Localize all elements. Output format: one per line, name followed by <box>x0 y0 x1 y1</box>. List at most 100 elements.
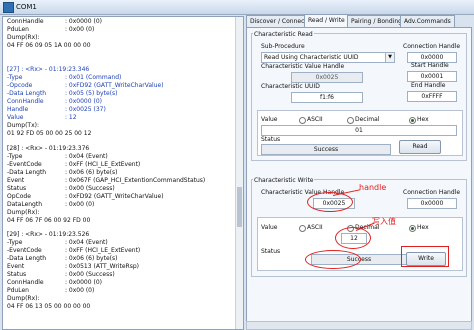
log-value: : 12 <box>65 114 77 121</box>
write-value-label: Value <box>261 224 278 231</box>
log-entry: [27] : <Rx> - 01:19:23.346 -Type : 0x01 (… <box>7 66 239 138</box>
write-radio-hex-label: Hex <box>417 224 429 231</box>
dump-label: Dump(Rx): <box>7 295 40 302</box>
end-handle-label: End Handle <box>411 82 446 89</box>
dump-bytes: 04 FF 06 13 05 00 00 00 00 <box>7 303 91 310</box>
log-value: : 0x0025 (37) <box>65 106 106 113</box>
dump-bytes: 01 92 FD 05 00 00 25 00 12 <box>7 130 92 137</box>
log-value: : 0x04 (Event) <box>65 153 108 160</box>
log-value: : 0x06 (6) byte(s) <box>65 169 118 176</box>
app-icon <box>3 2 14 13</box>
dump-bytes: 04 FF 06 7F 06 00 92 FD 00 <box>7 217 91 224</box>
write-radio-ascii[interactable] <box>299 225 306 232</box>
log-entry-header: [27] : <Rx> - 01:19:23.346 <box>7 66 90 73</box>
annotation-ellipse-handle <box>307 192 353 212</box>
tab-adv-commands[interactable]: Adv.Commands <box>400 15 455 27</box>
log-key: -Type <box>7 153 23 160</box>
log-key: ConnHandle <box>7 98 44 105</box>
annotation-ellipse-value <box>335 227 371 249</box>
dump-bytes: 04 FF 06 09 05 1A 00 00 00 <box>7 42 91 49</box>
log-value: : 0x04 (Event) <box>65 239 108 246</box>
char-uuid-input[interactable]: f1:f6 <box>291 92 363 103</box>
read-radio-ascii[interactable] <box>299 117 306 124</box>
write-connection-handle-label: Connection Handle <box>403 189 461 196</box>
log-key: -Data Length <box>7 255 47 262</box>
sub-procedure-label: Sub-Procedure <box>261 43 305 50</box>
write-radio-hex[interactable] <box>409 225 416 232</box>
end-handle-input[interactable]: 0xFFFF <box>407 91 457 102</box>
log-value: : 0x06 (6) byte(s) <box>65 255 118 262</box>
chevron-down-icon: ▼ <box>385 53 394 62</box>
scrollbar-thumb[interactable] <box>237 187 242 227</box>
annotation-handle: handle <box>359 183 387 192</box>
log-value: : 0xFF (HCI_LE_ExtEvent) <box>65 161 141 168</box>
log-value: : 0x0513 (ATT_WriteRsp) <box>65 263 139 270</box>
log-value: : 0x00 (0) <box>65 26 95 33</box>
log-value: : 0x00 (0) <box>65 287 95 294</box>
tab-pairing-bonding[interactable]: Pairing / Bonding <box>347 15 406 27</box>
log-value: : 0x00 (Success) <box>65 271 115 278</box>
title-bar: COM1 <box>0 0 474 15</box>
log-entry: ConnHandle: 0x0000 (0) PduLen: 0x00 (0) … <box>7 18 239 50</box>
log-value: : 0x00 (Success) <box>65 185 115 192</box>
log-key: -Type <box>7 239 23 246</box>
log-value: : 0x0000 (0) <box>65 98 102 105</box>
log-key: Status <box>7 185 27 192</box>
read-button[interactable]: Read <box>399 140 441 154</box>
log-entry: [29] : <Rx> - 01:19:23.526 -Type : 0x04 (… <box>7 231 239 311</box>
log-key: -Data Length <box>7 90 47 97</box>
char-uuid-label: Characteristic UUID <box>261 83 320 90</box>
log-scrollbar[interactable] <box>235 17 243 329</box>
log-entry-header: [29] : <Rx> - 01:19:23.526 <box>7 231 90 238</box>
sub-procedure-value: Read Using Characteristic UUID <box>264 54 359 61</box>
log-key: Event <box>7 177 25 184</box>
log-value: : 0x00 (0) <box>65 201 95 208</box>
characteristic-read-title: Characteristic Read <box>253 31 314 38</box>
start-handle-label: Start Handle <box>411 62 449 69</box>
read-status-label: Status <box>261 136 281 143</box>
log-key: OpCode <box>7 193 31 200</box>
tab-discover-connect[interactable]: Discover / Connect <box>246 15 311 27</box>
char-value-handle-input[interactable]: 0x0025 <box>291 72 363 83</box>
start-handle-input[interactable]: 0x0001 <box>407 71 457 82</box>
dump-label: Dump(Rx): <box>7 34 40 41</box>
read-value-label: Value <box>261 116 278 123</box>
log-key: -EventCode <box>7 247 42 254</box>
log-value: : 0xFD92 (GATT_WriteCharValue) <box>65 82 164 89</box>
connection-handle-label: Connection Handle <box>403 43 461 50</box>
read-write-panel: Characteristic Read Sub-Procedure Read U… <box>246 27 472 322</box>
annotation-ellipse-status <box>305 250 361 269</box>
log-value: : 0x0000 (0) <box>65 18 102 25</box>
tab-read-write[interactable]: Read / Write <box>304 14 349 27</box>
log-value: : 0x067F (GAP_HCI_ExtentionCommandStatus… <box>65 177 206 184</box>
write-connection-handle-input[interactable]: 0x0000 <box>407 198 457 209</box>
dump-label: Dump(Tx): <box>7 122 39 129</box>
log-key: PduLen <box>7 26 29 33</box>
read-radio-hex[interactable] <box>409 117 416 124</box>
write-radio-ascii-label: ASCII <box>307 224 323 231</box>
sub-procedure-select[interactable]: Read Using Characteristic UUID ▼ <box>261 52 395 63</box>
log-key: Status <box>7 271 27 278</box>
log-key: -Data Length <box>7 169 47 176</box>
log-key: ConnHandle <box>7 18 44 25</box>
log-value: : 0x01 (Command) <box>65 74 122 81</box>
annotation-rect-write <box>401 246 449 267</box>
read-radio-decimal[interactable] <box>347 117 354 124</box>
status-bar <box>246 321 472 330</box>
window-title: COM1 <box>16 3 37 11</box>
read-value-field[interactable]: 01 <box>261 125 457 136</box>
log-value: : 0xFD92 (GATT_WriteCharValue) <box>65 193 164 200</box>
dump-label: Dump(Rx): <box>7 209 40 216</box>
log-value: : 0x0000 (0) <box>65 279 102 286</box>
log-entry: [28] : <Rx> - 01:19:23.376 -Type : 0x04 (… <box>7 145 239 225</box>
char-value-handle-label: Characteristic Value Handle <box>261 63 345 70</box>
write-status-label: Status <box>261 248 281 255</box>
log-entry-header: [28] : <Rx> - 01:19:23.376 <box>7 145 90 152</box>
log-key: -Opcode <box>7 82 33 89</box>
log-key: Value <box>7 114 24 121</box>
log-key: DataLength <box>7 201 43 208</box>
log-pane[interactable]: ConnHandle: 0x0000 (0) PduLen: 0x00 (0) … <box>2 16 244 330</box>
annotation-write-value: 写入值 <box>372 217 396 226</box>
characteristic-write-title: Characteristic Write <box>253 177 315 184</box>
log-key: -Type <box>7 74 23 81</box>
